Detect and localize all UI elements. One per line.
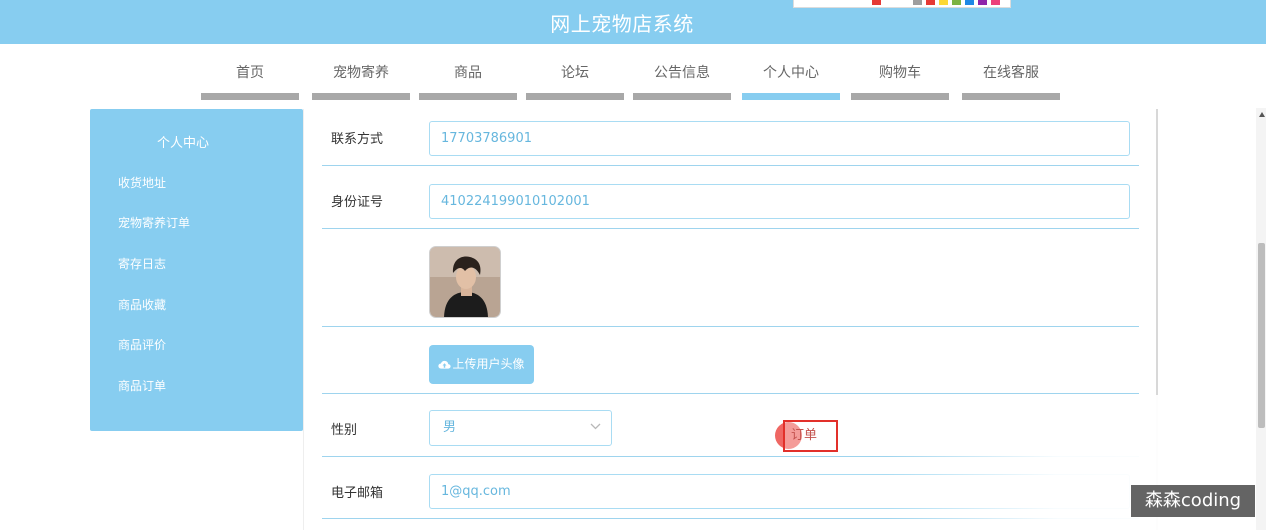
nav-underline: [742, 93, 840, 100]
nav-item-label: 个人中心: [763, 65, 819, 81]
nav-item-pet-boarding[interactable]: 宠物寄养: [312, 60, 410, 100]
nav-item-label: 首页: [236, 65, 264, 81]
contact-input[interactable]: 17703786901: [429, 121, 1130, 156]
palette-swatch[interactable]: [965, 0, 974, 5]
row-divider: [322, 228, 1139, 229]
palette-swatch[interactable]: [978, 0, 987, 5]
upload-avatar-button[interactable]: 上传用户头像: [429, 345, 534, 384]
nav-item-cart[interactable]: 购物车: [851, 60, 949, 100]
gender-selected-value: 男: [443, 420, 457, 435]
row-divider: [322, 393, 1139, 394]
scroll-up-arrow-icon[interactable]: [1259, 112, 1265, 117]
nav-item-label: 公告信息: [654, 65, 710, 81]
nav-underline: [312, 93, 410, 100]
gender-select[interactable]: 男: [429, 410, 612, 446]
nav-item-label: 在线客服: [983, 65, 1039, 81]
nav-underline: [526, 93, 624, 100]
contact-label: 联系方式: [331, 132, 384, 147]
row-divider: [322, 165, 1139, 166]
sidebar: 个人中心 收货地址 宠物寄养订单 寄存日志 商品收藏 商品评价 商品订单: [90, 109, 303, 431]
palette-swatch[interactable]: [952, 0, 961, 5]
sidebar-item-boarding-orders[interactable]: 宠物寄养订单: [118, 214, 190, 231]
sidebar-item-storage-log[interactable]: 寄存日志: [118, 255, 166, 272]
nav-underline: [962, 93, 1060, 100]
upload-avatar-label: 上传用户头像: [452, 357, 525, 371]
nav-item-online-service[interactable]: 在线客服: [962, 60, 1060, 100]
sidebar-item-address[interactable]: 收货地址: [118, 174, 166, 191]
email-label: 电子邮箱: [331, 486, 384, 501]
nav-underline: [633, 93, 731, 100]
sidebar-item-product-orders[interactable]: 商品订单: [118, 377, 166, 394]
color-palette-toolbar: [793, 0, 1011, 8]
sidebar-title[interactable]: 个人中心: [90, 132, 276, 151]
hover-tooltip: 订单: [783, 420, 838, 452]
cloud-upload-icon: [438, 360, 452, 369]
gender-label: 性别: [331, 423, 358, 438]
sidebar-item-reviews[interactable]: 商品评价: [118, 336, 166, 353]
nav-item-label: 宠物寄养: [333, 65, 389, 81]
nav-item-label: 购物车: [879, 65, 921, 81]
nav-item-forum[interactable]: 论坛: [526, 60, 624, 100]
nav-item-products[interactable]: 商品: [419, 60, 517, 100]
palette-swatch[interactable]: [913, 0, 922, 5]
palette-swatch[interactable]: [939, 0, 948, 5]
palette-swatch[interactable]: [872, 0, 881, 5]
sidebar-item-favorites[interactable]: 商品收藏: [118, 296, 166, 313]
palette-swatch[interactable]: [991, 0, 1000, 5]
nav-item-label: 商品: [454, 65, 482, 81]
nav-underline: [201, 93, 299, 100]
nav-item-label: 论坛: [561, 65, 589, 81]
nav-item-personal-center[interactable]: 个人中心: [742, 60, 840, 100]
palette-swatch[interactable]: [900, 0, 909, 5]
pet-store-page: 网上宠物店系统 首页 宠物寄养 商品 论坛 公告信息 个人中心 购物车 在线客服…: [0, 0, 1266, 530]
nav-item-home[interactable]: 首页: [201, 60, 299, 100]
chevron-down-icon: [590, 423, 601, 430]
id-card-label: 身份证号: [331, 195, 384, 210]
avatar-photo: [430, 247, 500, 317]
id-card-input[interactable]: 410224199010102001: [429, 184, 1130, 219]
top-header: 网上宠物店系统: [0, 0, 1266, 44]
avatar[interactable]: [429, 246, 501, 318]
nav-underline: [851, 93, 949, 100]
nav-item-announcements[interactable]: 公告信息: [633, 60, 731, 100]
nav-underline: [419, 93, 517, 100]
palette-swatch[interactable]: [926, 0, 935, 5]
site-title: 网上宠物店系统: [550, 12, 694, 36]
watermark: 森森coding: [1131, 485, 1255, 517]
row-divider: [322, 326, 1139, 327]
scrollbar-thumb[interactable]: [1258, 243, 1265, 428]
